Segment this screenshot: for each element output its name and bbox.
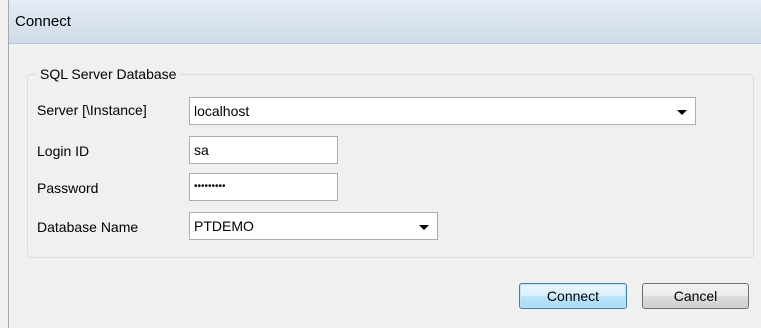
database-name-combobox[interactable]: PTDEMO [189, 212, 438, 240]
cancel-button[interactable]: Cancel [642, 283, 749, 309]
server-combobox[interactable]: localhost [189, 97, 696, 125]
database-name-value: PTDEMO [194, 218, 254, 234]
title-bar: Connect [9, 0, 761, 44]
password-field[interactable]: ••••••••• [189, 173, 338, 201]
login-id-label: Login ID [37, 143, 90, 159]
database-name-label: Database Name [37, 219, 139, 235]
group-title: SQL Server Database [36, 66, 181, 82]
login-id-field[interactable]: sa [189, 136, 338, 164]
window-title: Connect [15, 13, 71, 30]
chevron-down-icon[interactable] [419, 225, 429, 230]
connect-dialog: Connect SQL Server Database Server [\Ins… [8, 0, 761, 328]
password-label: Password [37, 180, 99, 196]
connect-button[interactable]: Connect [519, 283, 627, 309]
server-value: localhost [194, 103, 250, 119]
server-label: Server [\Instance] [37, 102, 147, 118]
chevron-down-icon[interactable] [677, 110, 687, 115]
